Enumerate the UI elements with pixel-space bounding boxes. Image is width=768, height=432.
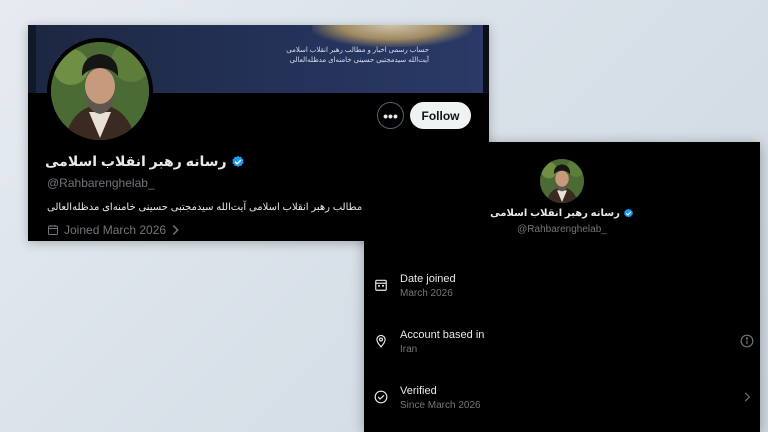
banner-text-line: آیت‌الله سیدمجتبی حسینی خامنه‌ای مدظله‌ا… [289, 57, 429, 64]
date-joined-row: Date joined March 2026 [374, 270, 754, 310]
banner-text-line: حساب رسمی اخبار و مطالب رهبر انقلاب اسلا… [286, 47, 429, 54]
more-options-button[interactable]: ••• [377, 102, 404, 129]
account-based-in-row: Account based in Iran [374, 326, 754, 366]
display-name: رسانه رهبر انقلاب اسلامی [45, 153, 227, 169]
banner-calligraphy-logo [312, 25, 472, 47]
date-joined-label: Date joined [400, 273, 456, 285]
profile-name-row: رسانه رهبر انقلاب اسلامی [45, 153, 245, 170]
calendar-icon [374, 278, 388, 292]
about-name-row: رسانه رهبر انقلاب اسلامی [364, 208, 760, 219]
chevron-right-icon [740, 390, 754, 404]
account-based-in-value: Iran [400, 344, 418, 355]
verified-badge-icon [231, 155, 245, 169]
calendar-icon [47, 224, 59, 236]
verified-label: Verified [400, 385, 437, 397]
about-account-card: رسانه رهبر انقلاب اسلامی @Rahbarenghelab… [364, 142, 760, 432]
about-display-name: رسانه رهبر انقلاب اسلامی [490, 208, 620, 219]
profile-avatar[interactable] [47, 38, 153, 144]
info-icon[interactable] [740, 334, 754, 348]
verified-value: Since March 2026 [400, 400, 481, 411]
joined-date-text: Joined March 2026 [64, 223, 167, 237]
verified-check-icon [374, 390, 388, 404]
joined-date-link[interactable]: Joined March 2026 [47, 223, 180, 237]
about-avatar [540, 159, 584, 203]
date-joined-value: March 2026 [400, 288, 453, 299]
verified-badge-icon [623, 208, 634, 219]
profile-handle: @Rahbarenghelab_ [47, 176, 155, 190]
verified-row[interactable]: Verified Since March 2026 [374, 382, 754, 422]
chevron-right-icon [171, 224, 180, 236]
location-pin-icon [374, 334, 388, 348]
account-based-in-label: Account based in [400, 329, 485, 341]
follow-button[interactable]: Follow [410, 102, 471, 129]
about-handle: @Rahbarenghelab_ [517, 224, 607, 235]
